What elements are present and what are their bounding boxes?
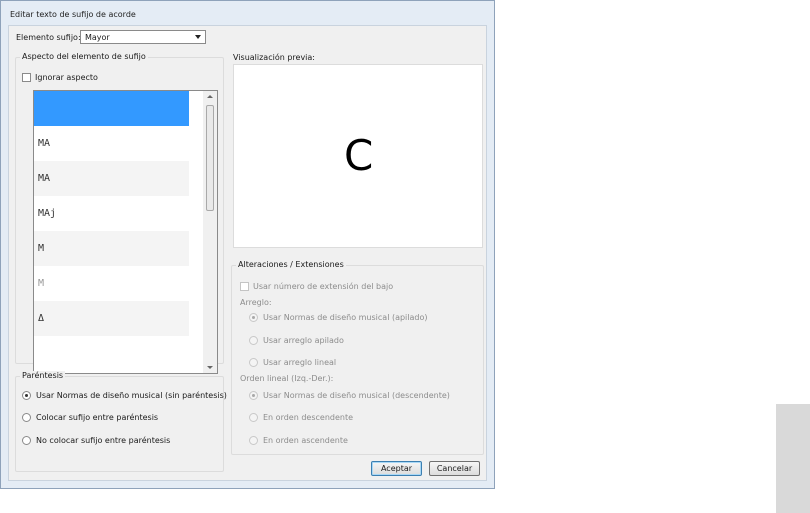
list-item[interactable] [34,91,189,126]
alterations-legend: Alteraciones / Extensiones [236,260,346,269]
list-item[interactable]: MA [34,126,189,161]
arrangement-standard-label: Usar Normas de diseño musical (apilado) [263,313,428,322]
order-standard-radio[interactable] [249,391,258,400]
order-ascending-radio[interactable] [249,436,258,445]
edit-suffix-dialog: Editar texto de sufijo de acorde Element… [0,0,495,489]
ignore-appearance-checkbox[interactable] [22,73,31,82]
arrangement-stacked-radio[interactable] [249,336,258,345]
preview-label: Visualización previa: [233,53,316,62]
order-descending-radio[interactable] [249,413,258,422]
list-item[interactable]: Δ [34,301,189,336]
scroll-up-icon[interactable] [207,95,213,98]
preview-pane: C [233,64,483,248]
dialog-content: Elemento sufijo: Mayor Aspecto del eleme… [8,25,487,481]
parentheses-legend: Paréntesis [20,371,66,380]
ignore-appearance-label: Ignorar aspecto [35,73,98,82]
title-bar: Editar texto de sufijo de acorde [1,1,494,25]
arrangement-linear-label: Usar arreglo lineal [263,358,337,367]
paren-enclose-label: Colocar sufijo entre paréntesis [36,413,159,422]
preview-symbol: C [344,131,374,180]
arrangement-standard-radio[interactable] [249,313,258,322]
bass-extension-checkbox[interactable] [240,282,249,291]
list-item[interactable]: MAj [34,196,189,231]
arrangement-stacked-label: Usar arreglo apilado [263,336,344,345]
appearance-legend: Aspecto del elemento de sufijo [20,52,148,61]
background-panel [776,404,810,513]
ok-button[interactable]: Aceptar [371,461,422,476]
order-standard-label: Usar Normas de diseño musical (descenden… [263,391,450,400]
scroll-thumb[interactable] [206,105,214,211]
cancel-button[interactable]: Cancelar [429,461,480,476]
arrangement-linear-radio[interactable] [249,358,258,367]
bass-extension-label: Usar número de extensión del bajo [253,282,394,291]
list-item[interactable]: MA [34,161,189,196]
linear-order-label: Orden lineal (Izq.-Der.): [240,374,334,383]
suffix-element-value: Mayor [85,33,110,42]
suffix-element-select[interactable]: Mayor [80,30,206,44]
arrangement-label: Arreglo: [240,298,272,307]
scroll-down-icon[interactable] [207,366,213,369]
dialog-title: Editar texto de sufijo de acorde [10,10,136,19]
list-item[interactable]: M [34,231,189,266]
order-descending-label: En orden descendente [263,413,354,422]
paren-standard-label: Usar Normas de diseño musical (sin parén… [36,391,227,400]
paren-none-label: No colocar sufijo entre paréntesis [36,436,171,445]
suffix-element-label: Elemento sufijo: [16,33,81,42]
paren-enclose-radio[interactable] [22,413,31,422]
appearance-list[interactable]: MA MA MAj M M Δ [33,90,218,374]
paren-standard-radio[interactable] [22,391,31,400]
appearance-list-scrollbar[interactable] [203,91,217,373]
chevron-down-icon [195,35,201,39]
paren-none-radio[interactable] [22,436,31,445]
order-ascending-label: En orden ascendente [263,436,348,445]
list-item[interactable]: M [34,266,189,301]
